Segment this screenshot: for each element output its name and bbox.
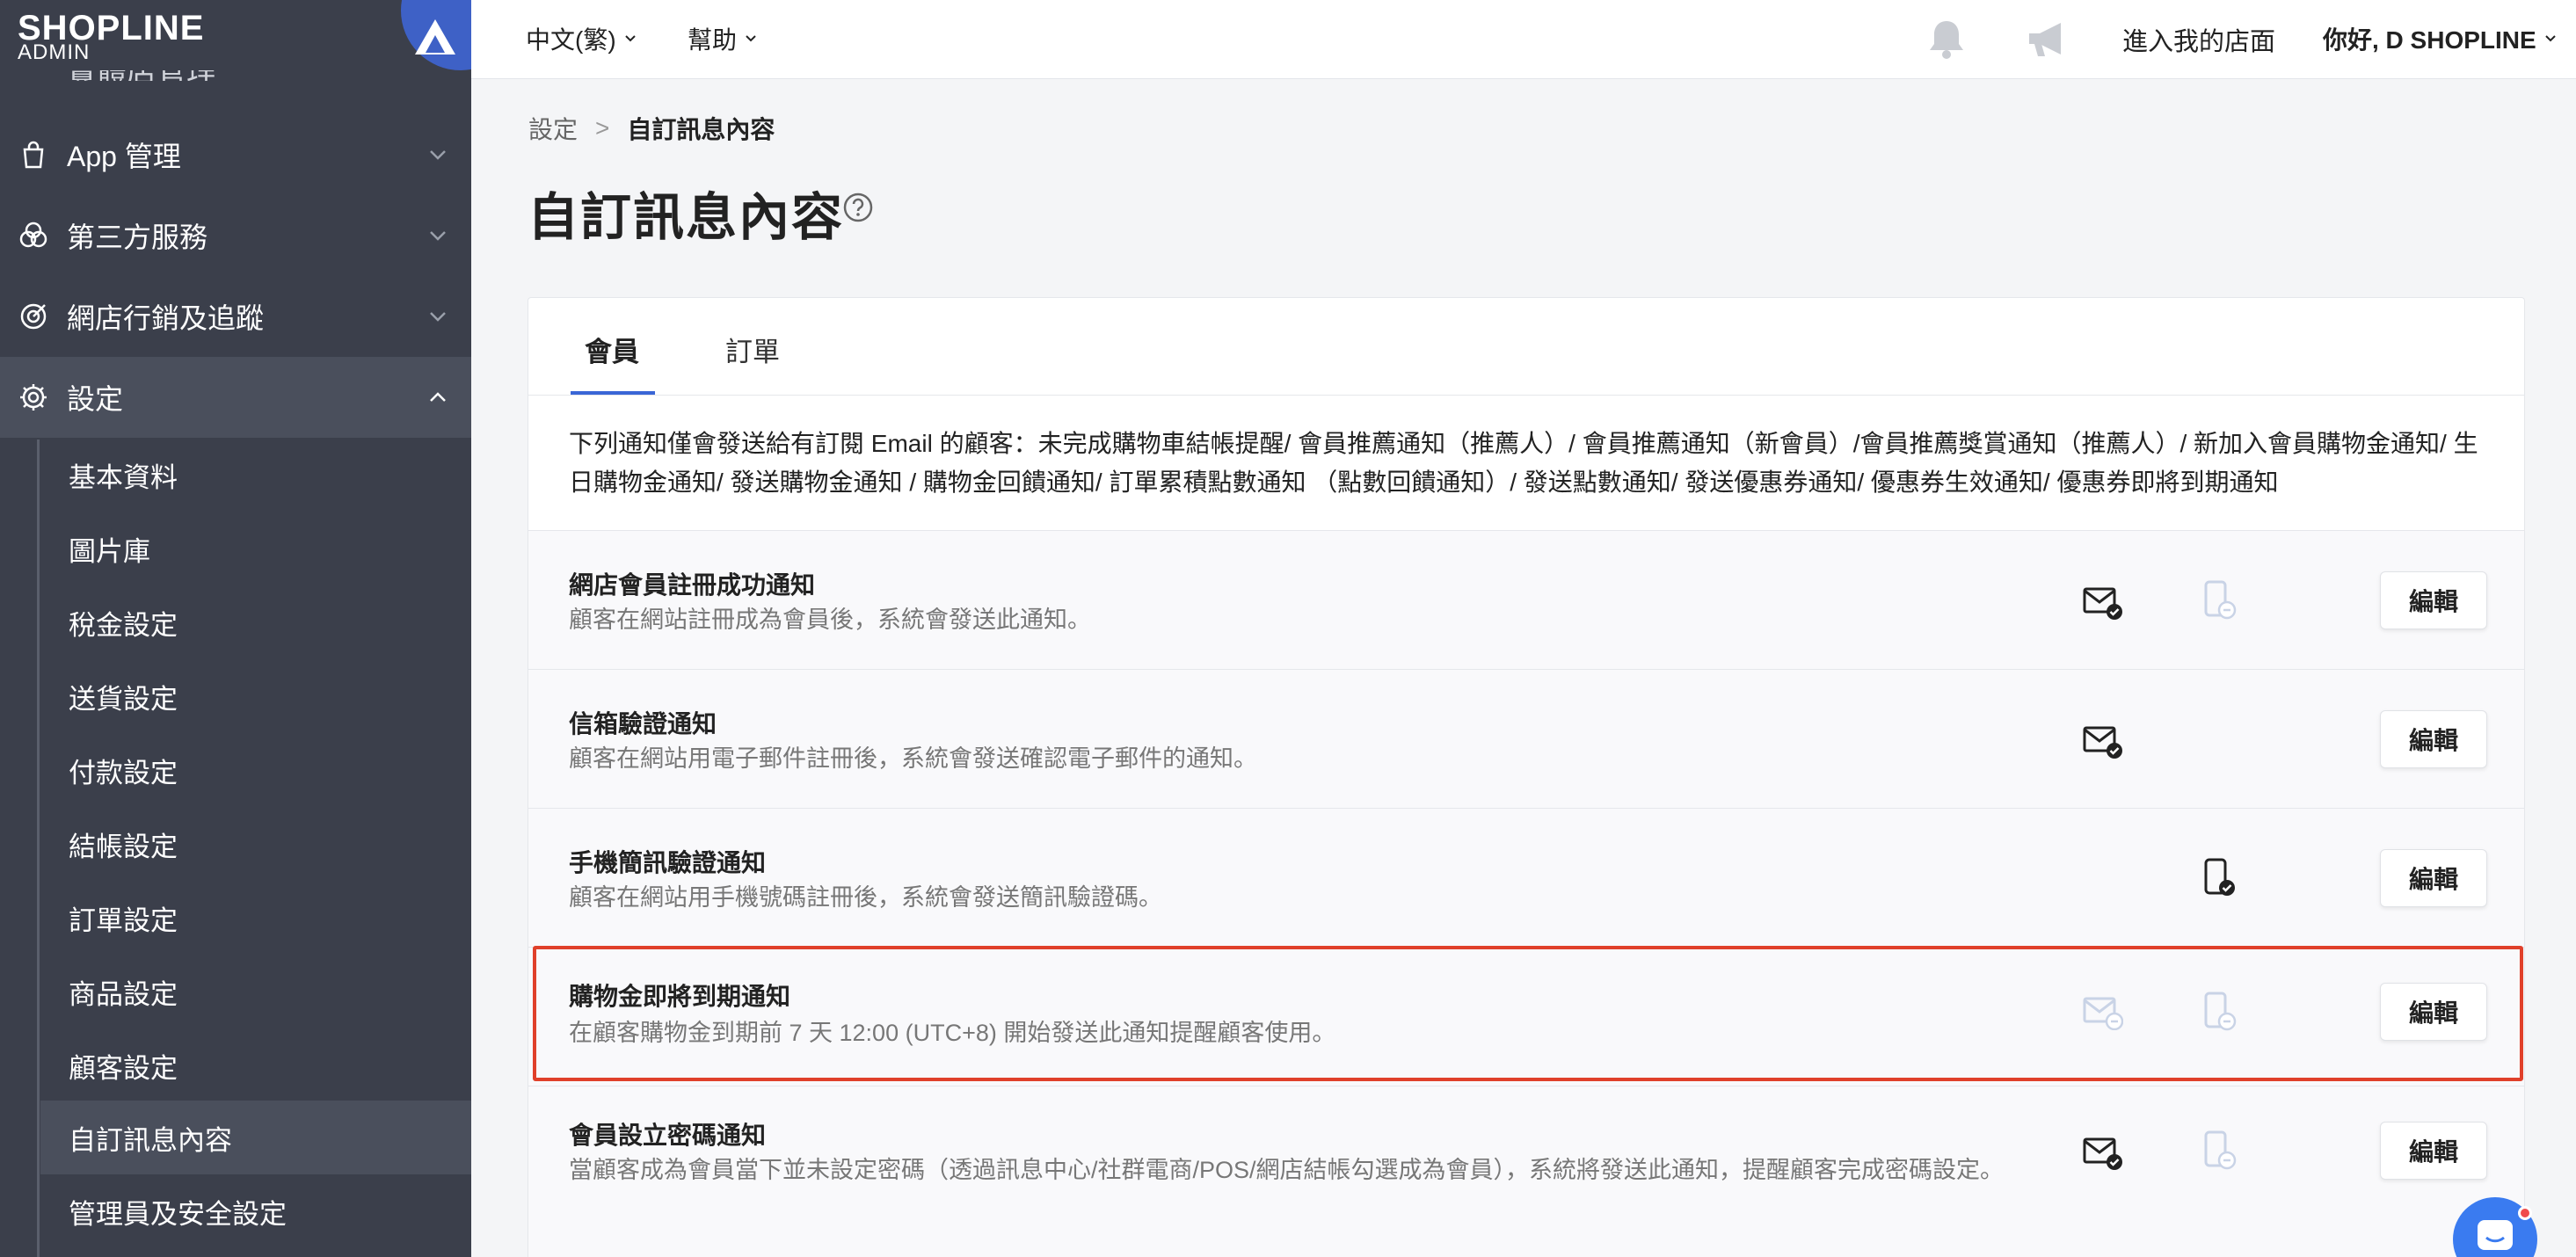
logo[interactable]: SHOPLINE ADMIN bbox=[0, 0, 471, 70]
sms-enabled-icon bbox=[2204, 858, 2235, 896]
chevron-down-icon bbox=[624, 35, 636, 42]
sms-disabled-icon bbox=[2204, 1130, 2237, 1170]
chevron-down-icon bbox=[430, 312, 446, 322]
sidebar-subitem-orders[interactable]: 訂單設定 bbox=[40, 881, 471, 955]
edit-button[interactable]: 編輯 bbox=[2380, 1122, 2487, 1180]
question-icon[interactable] bbox=[842, 192, 874, 223]
breadcrumb-current: 自訂訊息內容 bbox=[627, 116, 775, 143]
notification-desc: 當顧客成為會員當下並未設定密碼（透過訊息中心/社群電商/POS/網店結帳勾選成為… bbox=[569, 1157, 2005, 1183]
notification-title: 購物金即將到期通知 bbox=[569, 983, 791, 1010]
notification-title: 網店會員註冊成功通知 bbox=[569, 571, 816, 599]
chevron-down-icon bbox=[746, 35, 756, 42]
sms-disabled-icon bbox=[2204, 992, 2237, 1031]
edit-button[interactable]: 編輯 bbox=[2380, 983, 2487, 1041]
sidebar-item-label: 設定 bbox=[67, 383, 124, 415]
sidebar-subitem-label: 圖片庫 bbox=[69, 535, 150, 567]
sidebar-subitem-label: 送貨設定 bbox=[69, 683, 178, 715]
sidebar-subitem-label: 結帳設定 bbox=[69, 831, 178, 862]
sidebar-subitem-label: 商品設定 bbox=[69, 978, 178, 1010]
notification-row: 網店會員註冊成功通知 顧客在網站註冊成為會員後，系統會發送此通知。 編輯 bbox=[528, 530, 2524, 669]
notification-row: 會員設立密碼通知 當顧客成為會員當下並未設定密碼（透過訊息中心/社群電商/POS… bbox=[528, 1086, 2524, 1257]
edit-button[interactable]: 編輯 bbox=[2380, 710, 2487, 768]
help-dropdown[interactable]: 幫助 bbox=[688, 21, 758, 56]
sidebar-subitem-admin-security[interactable]: 管理員及安全設定 bbox=[40, 1174, 471, 1248]
sidebar-item-label: App 管理 bbox=[67, 141, 181, 172]
chevron-down-icon bbox=[430, 231, 446, 241]
sidebar-item-label: 第三方服務 bbox=[67, 222, 208, 253]
tab-members[interactable]: 會員 bbox=[585, 330, 639, 369]
email-notice: 下列通知僅會發送給有訂閱 Email 的顧客：未完成購物車結帳提醒/ 會員推薦通… bbox=[569, 430, 2478, 496]
bag-icon bbox=[23, 141, 44, 169]
bell-icon[interactable] bbox=[1925, 18, 1968, 62]
sidebar-subitem-products[interactable]: 商品設定 bbox=[40, 955, 471, 1028]
chevron-down-icon bbox=[430, 150, 446, 160]
notification-title: 信箱驗證通知 bbox=[569, 710, 717, 737]
sidebar-subitem-label: 顧客設定 bbox=[69, 1052, 178, 1084]
notification-row: 購物金即將到期通知 在顧客購物金到期前 7 天 12:00 (UTC+8) 開始… bbox=[528, 947, 2524, 1086]
sms-disabled-icon bbox=[2204, 580, 2237, 620]
email-enabled-icon bbox=[2083, 726, 2122, 759]
sidebar-subitem-payment[interactable]: 付款設定 bbox=[40, 733, 471, 807]
breadcrumb-separator: > bbox=[595, 114, 610, 142]
sidebar: 實體店管理 App 管理 第三方服務 網店行銷及追蹤 設定 基本資料 圖片庫 稅… bbox=[0, 0, 471, 1257]
sidebar-subitem-tax[interactable]: 稅金設定 bbox=[40, 585, 471, 659]
notification-desc: 在顧客購物金到期前 7 天 12:00 (UTC+8) 開始發送此通知提醒顧客使… bbox=[569, 1020, 1336, 1046]
language-dropdown[interactable]: 中文(繁) bbox=[526, 21, 637, 56]
sidebar-item-settings[interactable]: 設定 bbox=[0, 357, 471, 438]
sidebar-item-label: 網店行銷及追蹤 bbox=[67, 302, 265, 334]
notification-title: 手機簡訊驗證通知 bbox=[569, 849, 767, 876]
email-enabled-icon bbox=[2083, 587, 2122, 620]
email-disabled-icon bbox=[2083, 997, 2123, 1030]
notification-desc: 顧客在網站用手機號碼註冊後，系統會發送簡訊驗證碼。 bbox=[569, 884, 1162, 911]
help-label: 幫助 bbox=[688, 26, 738, 54]
page-title: 自訂訊息內容 bbox=[528, 189, 845, 246]
edit-button[interactable]: 編輯 bbox=[2380, 571, 2487, 629]
email-enabled-icon bbox=[2083, 1137, 2122, 1170]
logo-badge bbox=[401, 0, 471, 70]
notification-dot bbox=[2518, 1206, 2532, 1220]
sidebar-subitem-delivery[interactable]: 送貨設定 bbox=[40, 659, 471, 733]
circles-icon bbox=[19, 222, 47, 248]
notifications-card: 會員 訂單 下列通知僅會發送給有訂閱 Email 的顧客：未完成購物車結帳提醒/… bbox=[528, 297, 2525, 1257]
breadcrumb-parent[interactable]: 設定 bbox=[528, 111, 578, 146]
notification-desc: 顧客在網站用電子郵件註冊後，系統會發送確認電子郵件的通知。 bbox=[569, 745, 1257, 772]
sidebar-subitem-customers[interactable]: 顧客設定 bbox=[40, 1028, 471, 1102]
user-greeting: 你好, D SHOPLINE bbox=[2323, 26, 2536, 54]
logo-triangle-icon bbox=[415, 19, 455, 54]
sidebar-subitem-label: 管理員及安全設定 bbox=[69, 1198, 287, 1230]
sidebar-subitem-checkout[interactable]: 結帳設定 bbox=[40, 807, 471, 881]
sidebar-subitem-label: 自訂訊息內容 bbox=[69, 1124, 232, 1156]
sidebar-subitem-label: 稅金設定 bbox=[69, 609, 178, 641]
tab-orders[interactable]: 訂單 bbox=[725, 330, 780, 369]
breadcrumb: 設定 > 自訂訊息內容 bbox=[528, 111, 775, 146]
chevron-down-icon bbox=[2544, 35, 2556, 42]
target-icon bbox=[20, 303, 47, 330]
tab-divider bbox=[528, 395, 2524, 396]
language-label: 中文(繁) bbox=[526, 26, 616, 54]
sidebar-subitem-media[interactable]: 圖片庫 bbox=[40, 512, 471, 585]
sidebar-subitem-label: 基本資料 bbox=[69, 461, 178, 493]
notification-row: 信箱驗證通知 顧客在網站用電子郵件註冊後，系統會發送確認電子郵件的通知。 編輯 bbox=[528, 669, 2524, 808]
sidebar-item-marketing[interactable]: 網店行銷及追蹤 bbox=[0, 276, 471, 357]
sidebar-item-apps[interactable]: App 管理 bbox=[0, 114, 471, 195]
megaphone-icon[interactable] bbox=[2024, 18, 2073, 62]
topbar: 中文(繁) 幫助 進入我的店面 你好, D SHOPLINE bbox=[471, 0, 2576, 79]
user-menu[interactable]: 你好, D SHOPLINE bbox=[2323, 21, 2558, 56]
notification-desc: 顧客在網站註冊成為會員後，系統會發送此通知。 bbox=[569, 607, 1091, 633]
sidebar-subitem-label: 訂單設定 bbox=[69, 905, 178, 936]
gear-icon bbox=[20, 384, 47, 411]
edit-button[interactable]: 編輯 bbox=[2380, 849, 2487, 907]
sidebar-subitem-label: 付款設定 bbox=[69, 757, 178, 788]
notification-row: 手機簡訊驗證通知 顧客在網站用手機號碼註冊後，系統會發送簡訊驗證碼。 編輯 bbox=[528, 808, 2524, 947]
logo-subtext: ADMIN bbox=[18, 40, 91, 64]
sidebar-item-third-party[interactable]: 第三方服務 bbox=[0, 195, 471, 276]
store-link[interactable]: 進入我的店面 bbox=[2122, 21, 2275, 58]
submenu-line bbox=[37, 440, 40, 1257]
notification-title: 會員設立密碼通知 bbox=[569, 1122, 767, 1149]
sidebar-subitem-basic[interactable]: 基本資料 bbox=[40, 438, 471, 512]
chevron-up-icon bbox=[430, 392, 446, 402]
sidebar-subitem-custom-messages[interactable]: 自訂訊息內容 bbox=[40, 1101, 471, 1174]
